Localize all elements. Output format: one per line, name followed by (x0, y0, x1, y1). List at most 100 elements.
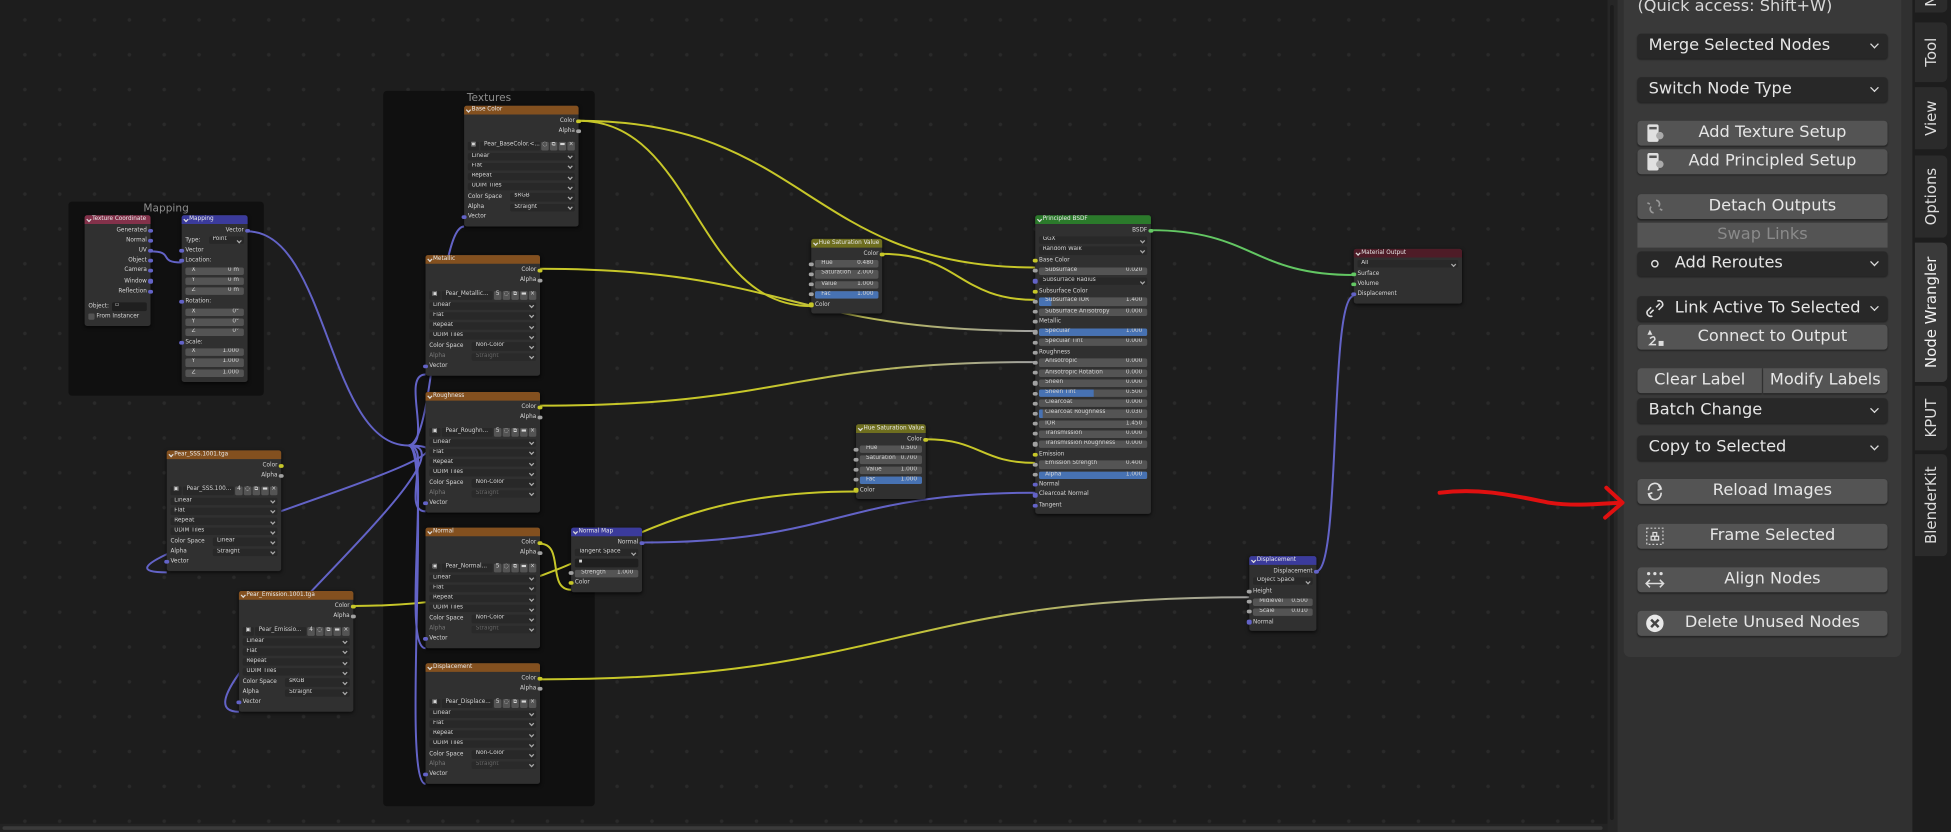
number-field[interactable]: Scale 0.010 (1252, 608, 1313, 616)
socket[interactable] (1033, 370, 1038, 375)
socket[interactable] (1033, 258, 1038, 263)
number-field[interactable]: Saturation 2.000 (814, 270, 879, 279)
socket[interactable] (1351, 282, 1356, 287)
socket[interactable] (1033, 462, 1038, 467)
socket[interactable] (1033, 269, 1038, 274)
dropdown[interactable]: Linear (429, 438, 537, 447)
number-field[interactable]: Hue 0.500 (859, 445, 922, 454)
socket[interactable] (1033, 320, 1038, 324)
link-uv-to-mapping[interactable] (150, 250, 182, 264)
socket[interactable] (854, 478, 859, 483)
number-field[interactable]: Y 1.000 (185, 358, 244, 367)
socket[interactable] (1247, 589, 1252, 594)
region-divider[interactable] (1607, 0, 1618, 832)
button-align-nodes[interactable]: Align Nodes (1637, 567, 1888, 593)
image-name[interactable]: Pear_Emissio... (255, 627, 307, 636)
number-field[interactable]: Subsurface 0.020 (1038, 267, 1148, 275)
link-bsdf-to-surface[interactable] (1150, 229, 1354, 276)
dropdown[interactable]: Flat (242, 647, 350, 656)
node-emission-tex[interactable]: Pear_Emission.1001.tga Color Alpha ▣ Pear_Em… (236, 591, 356, 712)
tab-tool[interactable]: Tool (1914, 22, 1948, 83)
node-base-color[interactable]: Base Color Color Alpha ▣ Pear_BaseColor.<...… (462, 105, 581, 227)
number-field[interactable]: X 0° (185, 307, 244, 316)
dropdown[interactable]: Flat (429, 311, 537, 320)
image-browse-icon[interactable]: ▣ (429, 699, 441, 708)
node-header[interactable]: Pear_SSS.1001.tga (166, 450, 282, 460)
dropdown[interactable]: Non-Color (472, 479, 537, 488)
unlink-x-icon[interactable]: × (528, 428, 537, 437)
node-header[interactable]: Roughness (425, 391, 541, 401)
number-field[interactable]: Fac 1.000 (814, 290, 879, 299)
socket[interactable] (1351, 292, 1356, 297)
dropdown[interactable]: UDIM Tiles (242, 668, 350, 677)
dropdown[interactable]: UDIM Tiles (429, 469, 537, 477)
node-header[interactable]: Texture Coordinate (84, 215, 151, 224)
number-field[interactable]: Z 0° (185, 328, 244, 337)
dropdown[interactable]: Repeat (170, 517, 278, 526)
socket[interactable] (1033, 340, 1038, 345)
node-header[interactable]: Material Output (1353, 248, 1463, 258)
user-count[interactable]: 5 (493, 291, 502, 300)
node-header[interactable]: Pear_Emission.1001.tga (238, 591, 354, 600)
dropdown[interactable]: Linear (213, 537, 278, 546)
node-header[interactable]: Hue Saturation Value (811, 238, 883, 248)
socket[interactable] (538, 415, 542, 420)
socket[interactable] (1033, 442, 1038, 447)
dropdown[interactable]: Repeat (429, 322, 537, 330)
node-hue1[interactable]: Hue Saturation Value Color Hue 0.480 Saturat… (809, 238, 885, 314)
number-field[interactable]: Strength 1.000 (574, 569, 639, 578)
node-header[interactable]: Base Color (464, 105, 579, 115)
socket[interactable] (1033, 309, 1038, 314)
duplicate-icon[interactable]: ⧉ (252, 486, 261, 495)
number-field[interactable]: Specular Tint 0.000 (1038, 338, 1148, 347)
socket[interactable] (1247, 620, 1252, 625)
node-metallic[interactable]: Metallic Color Alpha ▣ Pear_Metallic... 5 ◌ ⧉ ▬ ×… (423, 255, 542, 376)
duplicate-icon[interactable]: ⧉ (549, 142, 558, 151)
dropdown[interactable]: Flat (467, 162, 575, 171)
tab-node-wrangler[interactable]: Node Wrangler (1914, 242, 1948, 382)
dropdown[interactable]: Object Space (1252, 577, 1313, 586)
tab-kput[interactable]: KPUT (1914, 385, 1948, 451)
duplicate-icon[interactable]: ⧉ (511, 428, 519, 437)
dropdown[interactable]: Linear (467, 152, 575, 161)
dropdown[interactable]: Flat (429, 584, 537, 593)
open-folder-icon[interactable]: ▬ (520, 699, 528, 708)
node-normal-map[interactable]: Normal Map Normal Tangent Space ▪ Strength 1.… (569, 527, 645, 593)
button-copy-to-selected[interactable]: Copy to Selected (1637, 435, 1888, 461)
button-switch[interactable]: Switch Node Type (1637, 77, 1888, 103)
dropdown[interactable]: Tangent Space (574, 548, 639, 557)
socket[interactable] (1033, 432, 1038, 437)
socket[interactable] (1033, 452, 1038, 457)
socket[interactable] (1033, 391, 1038, 396)
socket[interactable] (148, 289, 153, 294)
socket[interactable] (809, 292, 814, 297)
socket[interactable] (423, 772, 428, 777)
user-count[interactable]: 5 (493, 563, 502, 572)
socket[interactable] (423, 364, 428, 369)
node-header[interactable]: Metallic (425, 255, 541, 264)
image-browse-icon[interactable]: ▣ (242, 627, 254, 636)
socket[interactable] (1314, 569, 1319, 574)
socket[interactable] (423, 501, 428, 506)
unlink-x-icon[interactable]: × (270, 486, 278, 495)
dropdown[interactable]: UDIM Tiles (429, 332, 537, 341)
number-field[interactable]: Anisotropic 0.000 (1038, 358, 1148, 367)
fake-user-icon[interactable]: ◌ (541, 142, 549, 151)
number-field[interactable]: Fac 1.000 (859, 476, 922, 484)
dropdown[interactable]: Flat (429, 720, 537, 728)
socket[interactable] (1033, 483, 1038, 487)
button-add-texture-setup[interactable]: Add Texture Setup (1637, 120, 1888, 146)
image-browse-icon[interactable]: ▣ (170, 486, 182, 495)
number-field[interactable]: Alpha 1.000 (1038, 470, 1148, 479)
dropdown[interactable]: Linear (429, 301, 537, 310)
unlink-x-icon[interactable]: × (342, 627, 350, 636)
unlink-x-icon[interactable]: × (567, 142, 575, 151)
fake-user-icon[interactable]: ◌ (502, 291, 511, 300)
socket[interactable] (854, 447, 859, 452)
number-field[interactable]: Hue 0.480 (814, 260, 879, 268)
socket[interactable] (179, 340, 184, 345)
link-mapping-to-reroute[interactable] (247, 230, 409, 447)
socket[interactable] (1351, 272, 1356, 277)
socket[interactable] (351, 614, 356, 619)
fake-user-icon[interactable]: ◌ (243, 486, 252, 495)
